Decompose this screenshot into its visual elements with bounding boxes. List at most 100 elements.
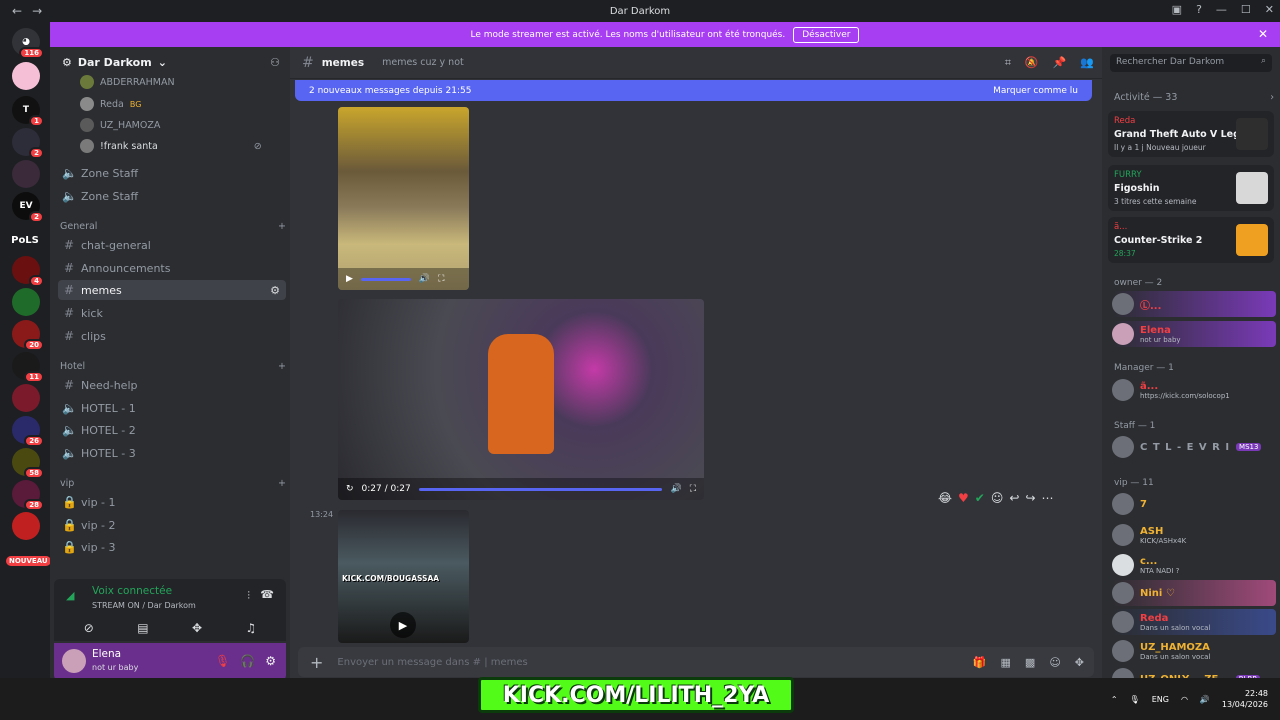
volume-icon[interactable]: 🔊 — [670, 484, 681, 494]
member-item[interactable]: c... NTA NADI ? — [1112, 552, 1276, 578]
voice-channel[interactable]: 🔈 Zone Staff — [58, 186, 286, 206]
message-input[interactable]: Envoyer un message dans # | memes — [337, 657, 527, 668]
mark-as-read-button[interactable]: Marquer comme lu — [993, 86, 1078, 96]
server-icon[interactable] — [12, 384, 40, 412]
heart-reaction-icon[interactable]: ♥ — [958, 491, 969, 505]
new-messages-bar[interactable]: 2 nouveaux messages depuis 21:55 Marquer… — [295, 80, 1092, 101]
search-input[interactable]: Rechercher Dar Darkom ⌕ — [1110, 54, 1272, 72]
voice-user[interactable]: ABDERRAHMAN — [80, 75, 175, 89]
sticker-icon[interactable]: ▩ — [1025, 656, 1035, 669]
activity-card[interactable]: Reda Grand Theft Auto V Legacy Il y a 1 … — [1108, 111, 1274, 157]
voice-channel-hotel-1[interactable]: 🔈 HOTEL - 1 — [58, 398, 286, 418]
server-icon[interactable]: T1 — [12, 96, 44, 127]
server-icon[interactable]: 11 — [12, 352, 44, 383]
server-icon[interactable]: 58 — [12, 448, 44, 479]
voice-channel-vip-3[interactable]: 🔒 vip - 3 — [58, 537, 286, 557]
camera-off-icon[interactable]: ⊘ — [84, 621, 94, 635]
server-icon[interactable] — [12, 160, 40, 188]
channel-clips[interactable]: # clips — [58, 326, 286, 346]
channel-announcements[interactable]: # Announcements — [58, 258, 286, 278]
fullscreen-icon[interactable]: ⛶ — [690, 484, 696, 494]
member-item[interactable]: C T L - E V R I MS13 — [1112, 434, 1276, 460]
voice-channel[interactable]: 🔈 Zone Staff — [58, 163, 286, 183]
help-icon[interactable]: ? — [1196, 3, 1202, 16]
settings-gear-icon[interactable]: ⚙ — [270, 284, 280, 297]
notifications-icon[interactable]: 🔕 — [1025, 56, 1039, 70]
member-item[interactable]: UZ_HAMOZA Dans un salon vocal — [1112, 638, 1276, 664]
channel-kick[interactable]: # kick — [58, 303, 286, 323]
voice-channel-hotel-2[interactable]: 🔈 HOTEL - 2 — [58, 420, 286, 440]
server-header[interactable]: ⚙ Dar Darkom ⌄ ⚇ — [50, 47, 290, 77]
activities-icon[interactable]: ✥ — [192, 621, 202, 635]
progress-bar[interactable] — [360, 277, 411, 281]
category-general[interactable]: General + — [60, 221, 286, 232]
threads-icon[interactable]: ⌗ — [1005, 56, 1011, 70]
voice-user[interactable]: Reda BG — [80, 97, 141, 111]
clock[interactable]: 22:48 13/04/2026 — [1222, 688, 1268, 710]
direct-messages-icon[interactable]: ◕ 116 — [12, 28, 44, 59]
member-item[interactable]: Reda Dans un salon vocal — [1112, 609, 1276, 635]
add-attachment-icon[interactable]: + — [310, 653, 323, 672]
microphone-icon[interactable]: 🎙 — [1130, 695, 1140, 704]
activity-card[interactable]: FURRY Figoshin 3 titres cette semaine — [1108, 165, 1274, 211]
laugh-reaction-icon[interactable]: 😂 — [938, 491, 952, 505]
add-channel-icon[interactable]: + — [278, 361, 286, 372]
more-icon[interactable]: ⋯ — [1042, 491, 1054, 505]
server-icon[interactable]: 28 — [12, 480, 44, 511]
wifi-icon[interactable]: ◠ — [1181, 695, 1188, 704]
member-item[interactable]: ã... https://kick.com/solocop1 — [1112, 377, 1276, 403]
video-embed[interactable]: ▶ 🔊 ⛶ — [338, 107, 469, 290]
maximize-icon[interactable]: ☐ — [1241, 3, 1251, 16]
close-banner-icon[interactable]: ✕ — [1258, 27, 1268, 41]
server-icon[interactable]: 2 — [12, 128, 44, 159]
add-channel-icon[interactable]: + — [278, 478, 286, 489]
apps-icon[interactable]: ✥ — [1075, 656, 1084, 669]
member-item[interactable]: Nini ♡ — [1112, 580, 1276, 606]
video-embed[interactable]: ↻ 0:27 / 0:27 🔊 ⛶ — [338, 299, 704, 500]
server-icon[interactable]: 4 — [12, 256, 44, 287]
server-pols[interactable]: PoLS — [10, 226, 40, 254]
reply-icon[interactable]: ↩ — [1009, 491, 1019, 505]
volume-icon[interactable]: 🔊 — [1200, 695, 1210, 704]
avatar[interactable] — [62, 649, 86, 673]
deafen-icon[interactable]: 🎧 — [240, 654, 255, 668]
play-icon[interactable]: ▶ — [390, 612, 416, 638]
channel-topic[interactable]: memes cuz y not — [382, 57, 464, 68]
channel-memes[interactable]: # memes ⚙ — [58, 280, 286, 300]
replay-icon[interactable]: ↻ — [346, 484, 354, 494]
member-item[interactable]: Elena not ur baby — [1112, 321, 1276, 347]
voice-channel-vip-2[interactable]: 🔒 vip - 2 — [58, 515, 286, 535]
server-icon[interactable]: EV 2 — [12, 192, 44, 223]
member-item[interactable]: ASH KICK/ASHx4K — [1112, 522, 1276, 548]
screen-share-icon[interactable]: ▤ — [137, 621, 148, 635]
server-icon[interactable]: 26 — [12, 416, 44, 447]
mute-icon[interactable]: 🎙 — [215, 654, 230, 668]
progress-bar[interactable] — [418, 487, 663, 491]
category-hotel[interactable]: Hotel + — [60, 361, 286, 372]
server-icon[interactable] — [12, 512, 40, 540]
disable-streamer-button[interactable]: Désactiver — [793, 26, 860, 43]
channel-need-help[interactable]: # Need-help — [58, 375, 286, 395]
user-settings-gear-icon[interactable]: ⚙ — [265, 654, 276, 668]
voice-location[interactable]: STREAM ON / Dar Darkom — [92, 601, 196, 610]
fullscreen-icon[interactable]: ⛶ — [438, 274, 444, 284]
member-item[interactable]: 7 — [1112, 491, 1276, 517]
language-indicator[interactable]: ENG — [1152, 695, 1169, 704]
gift-icon[interactable]: 🎁 — [973, 656, 987, 669]
pin-icon[interactable]: 📌 — [1053, 56, 1067, 70]
forward-icon[interactable]: ↪ — [1025, 491, 1035, 505]
activity-header[interactable]: Activité — 33 › — [1114, 92, 1274, 103]
add-reaction-icon[interactable]: ☺ — [991, 491, 1004, 505]
channel-chat-general[interactable]: # chat-general — [58, 235, 286, 255]
voice-user[interactable]: UZ_HAMOZA — [80, 118, 160, 132]
volume-icon[interactable]: 🔊 — [419, 274, 430, 284]
emoji-icon[interactable]: ☺ — [1049, 656, 1060, 669]
category-vip[interactable]: vip + — [60, 478, 286, 489]
minimize-icon[interactable]: — — [1216, 3, 1227, 16]
add-member-icon[interactable]: ⚇ — [270, 56, 280, 69]
disconnect-icon[interactable]: ☎ — [260, 588, 274, 601]
noise-suppression-icon[interactable]: ⫶ — [247, 589, 250, 603]
server-icon[interactable]: 20 — [12, 320, 44, 351]
video-embed[interactable]: KICK.COM/BOUGASSAA ▶ — [338, 510, 469, 643]
activity-card[interactable]: ã... Counter-Strike 2 28:37 — [1108, 217, 1274, 263]
